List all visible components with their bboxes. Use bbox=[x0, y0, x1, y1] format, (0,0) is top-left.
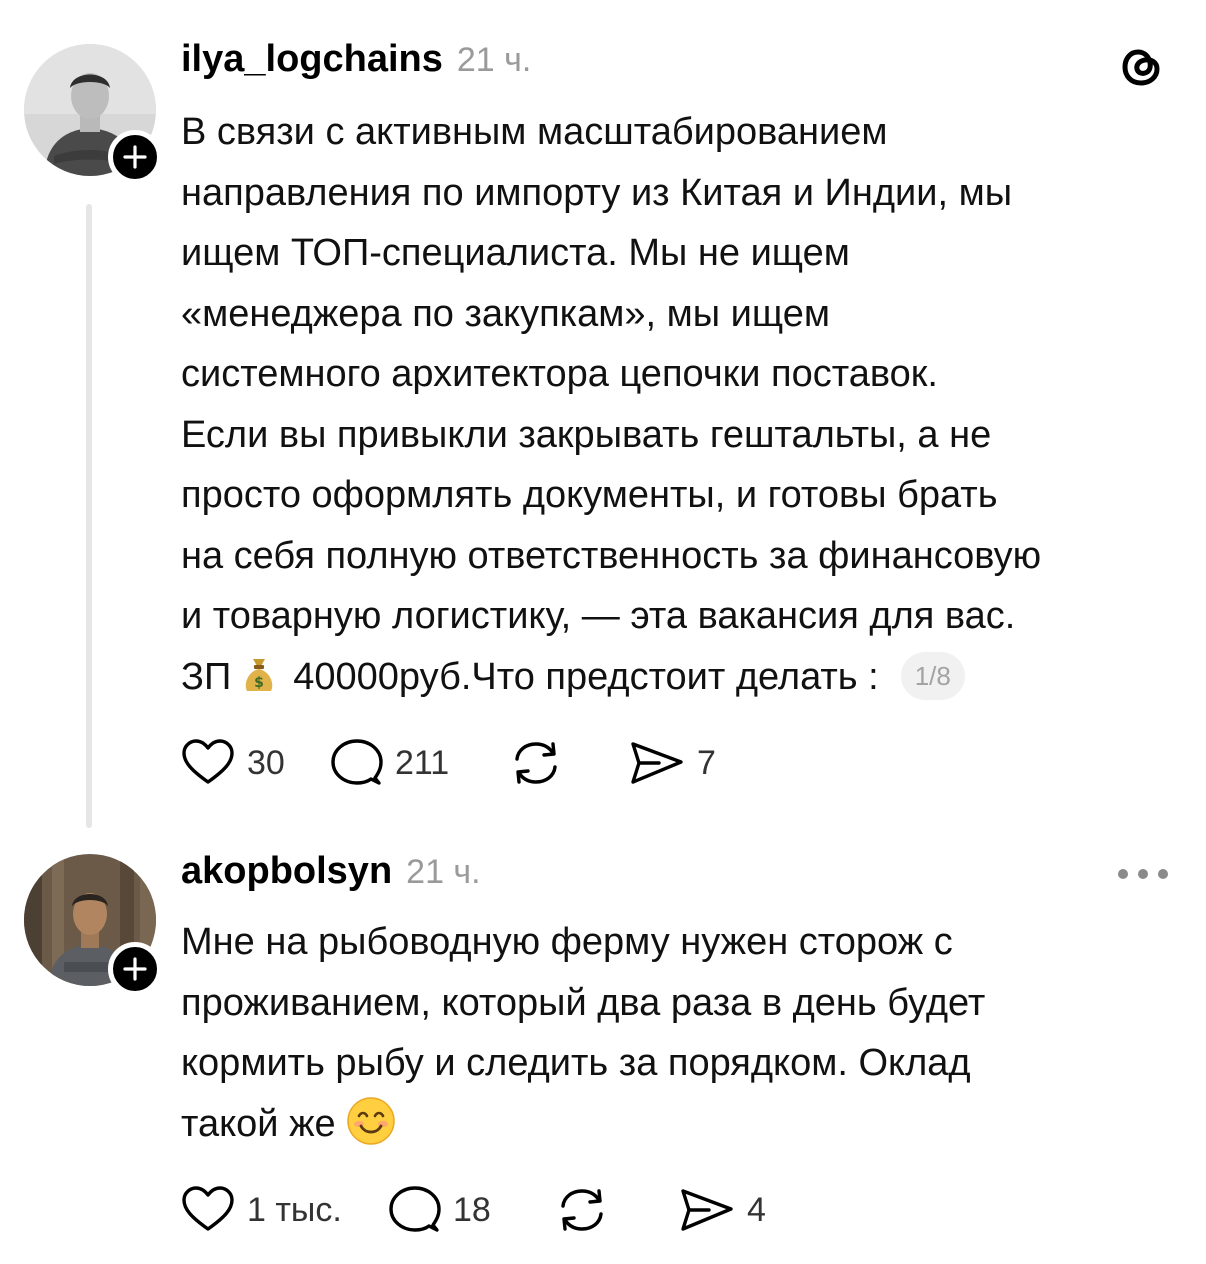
reply-count: 211 bbox=[395, 743, 450, 782]
reply-button[interactable]: 18 bbox=[389, 1185, 555, 1235]
post-header: akopbolsyn 21 ч. bbox=[181, 850, 481, 894]
plus-icon bbox=[123, 957, 147, 981]
salary-value: 40000руб.Что предстоит делать : bbox=[293, 655, 879, 698]
post-text-last-line: такой же bbox=[181, 1094, 1181, 1165]
post-body: Мне на рыбоводную ферму нужен сторож с п… bbox=[181, 912, 1181, 1164]
like-button[interactable]: 30 bbox=[181, 738, 331, 788]
like-count: 1 тыс. bbox=[247, 1190, 342, 1229]
post-text-line: кормить рыбу и следить за порядком. Окла… bbox=[181, 1042, 971, 1084]
username[interactable]: ilya_logchains bbox=[181, 38, 443, 81]
post-body: В связи с активным масштабированием напр… bbox=[181, 102, 1181, 713]
follow-button[interactable] bbox=[108, 942, 162, 996]
svg-text:$: $ bbox=[254, 675, 264, 691]
repost-button[interactable] bbox=[555, 1185, 679, 1235]
more-options-icon[interactable] bbox=[1118, 864, 1168, 884]
reply-count: 18 bbox=[453, 1190, 491, 1229]
share-button[interactable]: 4 bbox=[679, 1185, 766, 1235]
username[interactable]: akopbolsyn bbox=[181, 850, 392, 893]
post-text-line: системного архитектора цепочки поставок. bbox=[181, 353, 938, 395]
post-text-line: направления по импорту из Китая и Индии,… bbox=[181, 171, 1013, 214]
comment-icon bbox=[389, 1186, 441, 1232]
share-icon bbox=[681, 1189, 733, 1231]
page-indicator[interactable]: 1/8 bbox=[900, 651, 965, 700]
salary-label: ЗП bbox=[181, 655, 232, 698]
repost-button[interactable] bbox=[509, 738, 629, 788]
post-text-line: на себя полную ответственность за финанс… bbox=[181, 534, 1042, 577]
like-button[interactable]: 1 тыс. bbox=[181, 1185, 389, 1235]
post-text-last-line: ЗП $ 40000руб.Что предстоит делать : 1/8 bbox=[181, 647, 1181, 714]
heart-icon bbox=[182, 1186, 234, 1231]
post-header: ilya_logchains 21 ч. bbox=[181, 38, 531, 82]
post-text-line: проживанием, который два раза в день буд… bbox=[181, 981, 986, 1024]
moneybag-icon: $ bbox=[239, 653, 279, 714]
post-text-line: просто оформлять документы, и готовы бра… bbox=[181, 474, 998, 516]
share-icon bbox=[631, 742, 683, 784]
comment-icon bbox=[331, 739, 383, 785]
share-count: 4 bbox=[747, 1190, 766, 1229]
post-text-line: Мне на рыбоводную ферму нужен сторож с bbox=[181, 921, 953, 963]
post-text-line: В связи с активным масштабированием bbox=[181, 111, 888, 153]
thread-post-2: akopbolsyn 21 ч. Мне на рыбоводную ферму… bbox=[0, 840, 1206, 1264]
like-count: 30 bbox=[247, 743, 285, 782]
reply-button[interactable]: 211 bbox=[331, 738, 509, 788]
thread-connector-line bbox=[86, 204, 92, 828]
follow-button[interactable] bbox=[108, 130, 162, 184]
heart-icon bbox=[182, 739, 234, 784]
post-text-line: ищем ТОП-специалиста. Мы не ищем bbox=[181, 232, 850, 274]
plus-icon bbox=[123, 145, 147, 169]
post-text-line: «менеджера по закупкам», мы ищем bbox=[181, 292, 830, 335]
smiling-emoji-icon bbox=[346, 1096, 396, 1165]
share-button[interactable]: 7 bbox=[629, 738, 716, 788]
repost-icon bbox=[515, 742, 557, 784]
thread-post-1: ilya_logchains 21 ч. В связи с активным … bbox=[0, 0, 1206, 840]
post-actions: 30 211 7 bbox=[181, 738, 716, 788]
post-text-line: и товарную логистику, — эта вакансия для… bbox=[181, 595, 1016, 637]
repost-icon bbox=[561, 1189, 603, 1231]
post-text-line: Если вы привыкли закрывать гештальты, а … bbox=[181, 413, 992, 456]
threads-logo-icon[interactable] bbox=[1117, 42, 1167, 92]
share-count: 7 bbox=[697, 743, 716, 782]
post-text-end: такой же bbox=[181, 1102, 336, 1145]
timestamp: 21 ч. bbox=[456, 41, 532, 79]
post-actions: 1 тыс. 18 4 bbox=[181, 1185, 766, 1235]
timestamp: 21 ч. bbox=[406, 853, 481, 891]
